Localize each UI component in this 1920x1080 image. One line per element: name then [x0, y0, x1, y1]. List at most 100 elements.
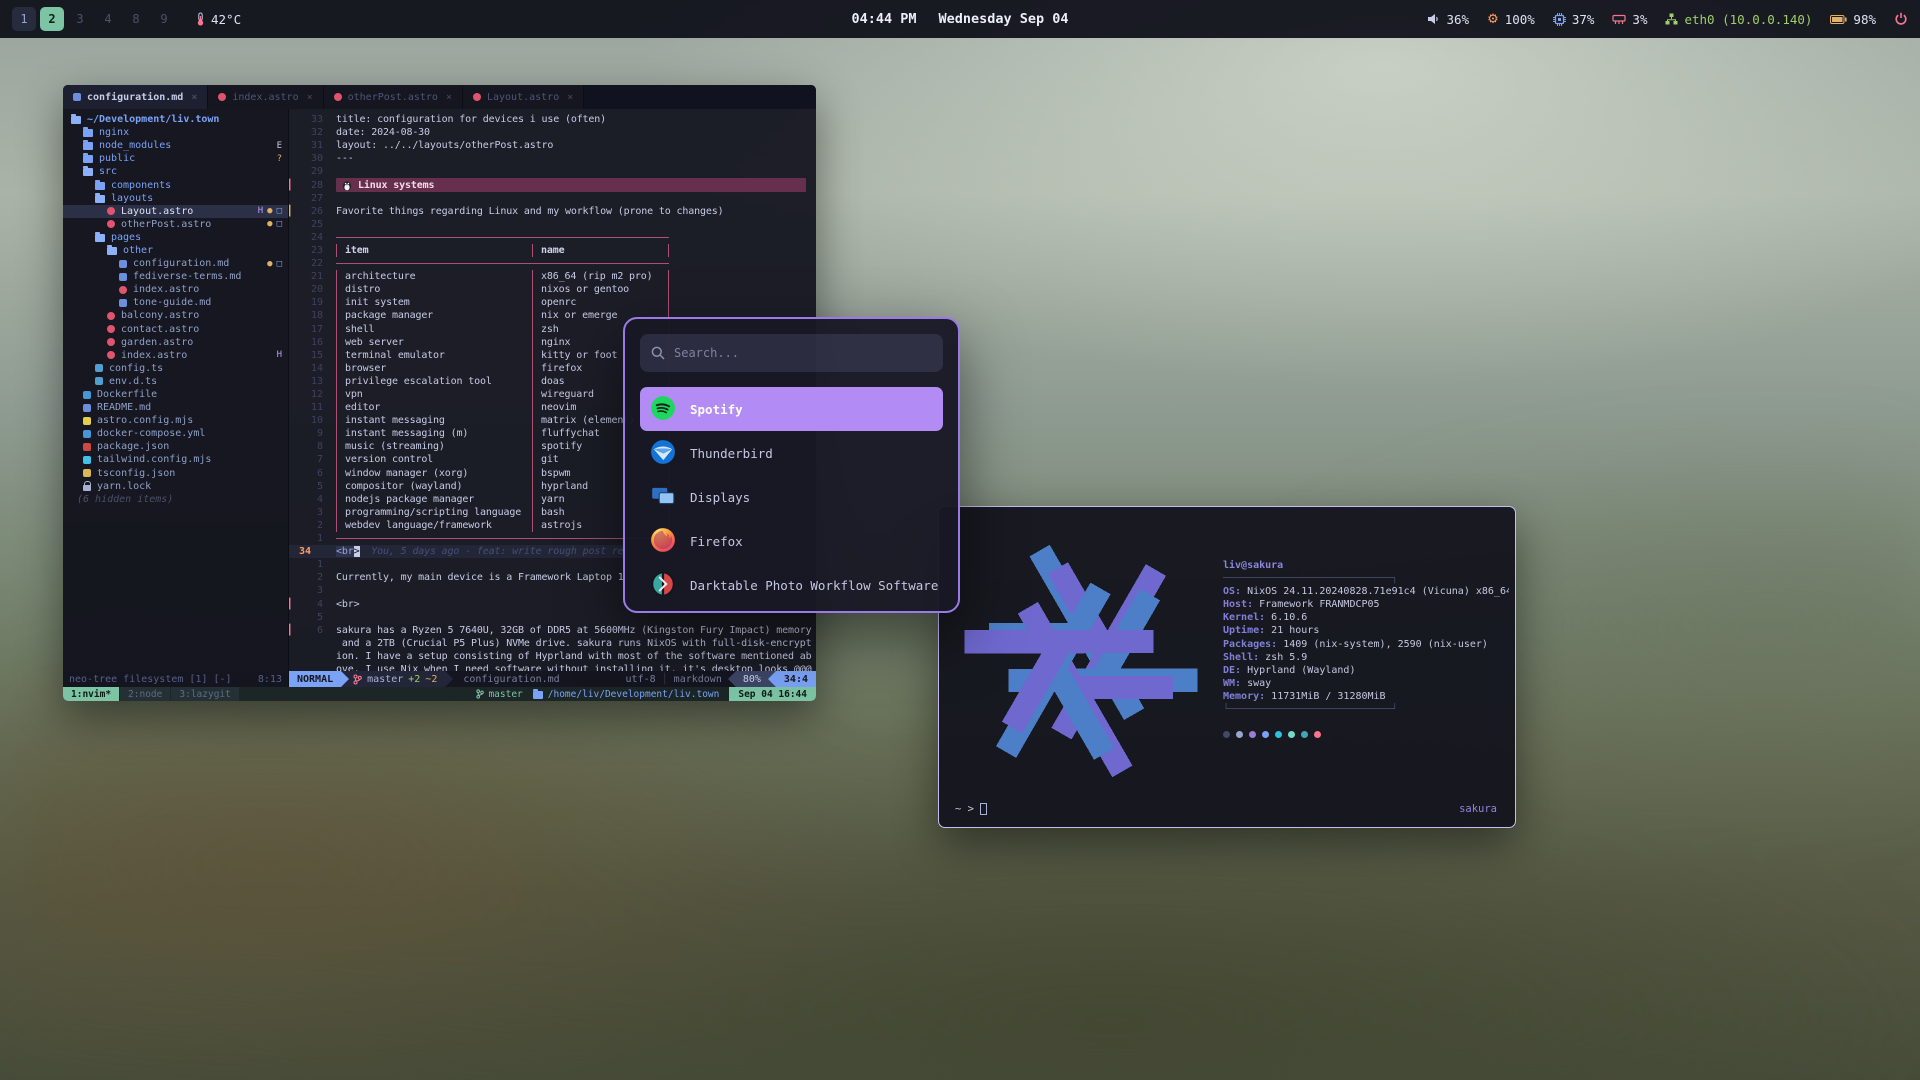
tree-item-balcony.astro[interactable]: balcony.astro	[63, 309, 288, 322]
workspace-button-2[interactable]: 2	[40, 7, 64, 31]
astro-file-icon	[334, 93, 342, 101]
tree-item-otherPost.astro[interactable]: otherPost.astro●□	[63, 218, 288, 231]
palette-dot-1	[1236, 731, 1243, 738]
workspace-button-1[interactable]: 1	[12, 7, 36, 31]
fetch-entry-colon: :	[1259, 691, 1271, 702]
tree-item-node_modules[interactable]: node_modulesE	[63, 139, 288, 152]
tab-configuration.md[interactable]: configuration.md ×	[63, 85, 208, 109]
launcher-item-Firefox[interactable]: Firefox	[640, 519, 943, 563]
workspace-button-8[interactable]: 8	[124, 7, 148, 31]
fetch-entry-Packages: Packages: 1409 (nix-system), 2590 (nix-u…	[1223, 638, 1509, 651]
ts-icon	[95, 377, 103, 385]
tree-item-Layout.astro[interactable]: Layout.astroH●□	[63, 205, 288, 218]
git-status-badge: ●□	[267, 259, 282, 269]
launcher-item-Displays[interactable]: Displays	[640, 475, 943, 519]
search-input[interactable]	[640, 334, 943, 372]
fetch-entries: OS: NixOS 24.11.20240828.71e91c4 (Vicuna…	[1223, 585, 1509, 703]
tmux-path-value: /home/liv/Development/liv.town	[548, 689, 720, 700]
shell-prompt[interactable]: ~ >	[955, 803, 987, 815]
app-launcher: SpotifyThunderbirdDisplays Firefox Darktab…	[623, 317, 960, 613]
memory-value: 3%	[1632, 12, 1647, 27]
tab-close-icon[interactable]: ×	[191, 92, 197, 103]
tree-item-public[interactable]: public?	[63, 152, 288, 165]
tree-item-README.md[interactable]: README.md	[63, 401, 288, 414]
tree-item-yarn.lock[interactable]: yarn.lock	[63, 480, 288, 493]
launcher-item-Spotify[interactable]: Spotify	[640, 387, 943, 431]
tab-index.astro[interactable]: index.astro×	[208, 85, 323, 109]
git-branch-icon	[476, 689, 484, 699]
line-number: 5	[297, 481, 323, 492]
md-icon	[83, 404, 91, 412]
tree-item-label: index.astro	[133, 284, 199, 295]
tree-item-src[interactable]: src	[63, 165, 288, 178]
launcher-item-Thunderbird[interactable]: Thunderbird	[640, 431, 943, 475]
workspace-button-3[interactable]: 3	[68, 7, 92, 31]
badge-glyph: E	[277, 141, 282, 151]
table-border	[336, 538, 669, 539]
md-icon	[119, 299, 127, 307]
tree-item-tailwind.config.mjs[interactable]: tailwind.config.mjs	[63, 453, 288, 466]
tab-label: Layout.astro	[487, 92, 559, 103]
tab-Layout.astro[interactable]: Layout.astro ×	[463, 85, 584, 109]
tree-item-env.d.ts[interactable]: env.d.ts	[63, 375, 288, 388]
tab-close-icon[interactable]: ×	[307, 92, 313, 103]
tmux-window-2:node[interactable]: 2:node	[120, 687, 170, 701]
table-cell-item: item	[336, 244, 532, 257]
table-cell-item: package manager	[336, 309, 532, 322]
tree-item-label: configuration.md	[133, 258, 229, 269]
line-number: 34	[297, 546, 323, 557]
fetch-entry-label: Host	[1223, 599, 1247, 610]
tree-item-label: contact.astro	[121, 324, 199, 335]
fetch-entry-WM: WM: sway	[1223, 677, 1509, 690]
launcher-item-label: Firefox	[690, 534, 743, 549]
tree-item-layouts[interactable]: layouts	[63, 192, 288, 205]
tree-item-components[interactable]: components	[63, 178, 288, 191]
tree-item-tone-guide.md[interactable]: tone-guide.md	[63, 296, 288, 309]
line-number: 4	[297, 494, 323, 505]
tree-item-pages[interactable]: pages	[63, 231, 288, 244]
power-button[interactable]	[1894, 12, 1908, 26]
tree-item-index.astro[interactable]: index.astroH	[63, 349, 288, 362]
tree-item-label: nginx	[99, 127, 129, 138]
launcher-item-Darktable Photo Workflow Software[interactable]: Darktable Photo Workflow Software	[640, 563, 943, 607]
tab-close-icon[interactable]: ×	[446, 92, 452, 103]
launcher-item-label: Darktable Photo Workflow Software	[690, 578, 938, 593]
tree-item-fediverse-terms.md[interactable]: fediverse-terms.md	[63, 270, 288, 283]
table-row: shellzsh	[336, 323, 669, 336]
fetch-terminal-window[interactable]: liv@sakura ────────────────────────────┐…	[938, 506, 1516, 828]
tree-item-index.astro[interactable]: index.astro	[63, 283, 288, 296]
badge-glyph: H	[258, 206, 263, 216]
tree-item-contact.astro[interactable]: contact.astro	[63, 323, 288, 336]
tab-label: configuration.md	[87, 92, 183, 103]
tree-item-nginx[interactable]: nginx	[63, 126, 288, 139]
tree-item-Dockerfile[interactable]: Dockerfile	[63, 388, 288, 401]
workspace-button-4[interactable]: 4	[96, 7, 120, 31]
tree-root[interactable]: ~/Development/liv.town	[63, 113, 288, 126]
tmux-window-3:lazygit[interactable]: 3:lazygit	[171, 687, 238, 701]
git-status-badge: H	[277, 350, 282, 360]
git-status-badge: E	[277, 141, 282, 151]
table-row: compositor (wayland)hyprland	[336, 480, 669, 493]
folder-icon	[83, 129, 93, 137]
tree-item-tsconfig.json[interactable]: tsconfig.json	[63, 467, 288, 480]
tree-item-other[interactable]: other	[63, 244, 288, 257]
tree-item-docker-compose.yml[interactable]: docker-compose.yml	[63, 427, 288, 440]
tree-item-garden.astro[interactable]: garden.astro	[63, 336, 288, 349]
tab-close-icon[interactable]: ×	[567, 92, 573, 103]
battery-value: 98%	[1853, 12, 1876, 27]
tree-item-config.ts[interactable]: config.ts	[63, 362, 288, 375]
darktable-icon	[650, 571, 676, 600]
file-tree[interactable]: ~/Development/liv.townnginxnode_modulesE…	[63, 109, 289, 671]
tree-item-astro.config.mjs[interactable]: astro.config.mjs	[63, 414, 288, 427]
tmux-git-segment: master	[476, 687, 522, 701]
filetype-label: markdown	[668, 671, 728, 687]
tree-item-package.json[interactable]: package.json	[63, 440, 288, 453]
line-number: 24	[297, 232, 323, 243]
tmux-window-1:nvim*[interactable]: 1:nvim*	[63, 687, 119, 701]
badge-glyph: ?	[277, 154, 282, 164]
git-blame-annotation: You, 5 days ago - feat: write rough post…	[360, 546, 624, 557]
workspace-button-9[interactable]: 9	[152, 7, 176, 31]
tab-otherPost.astro[interactable]: otherPost.astro×	[324, 85, 463, 109]
tree-item-configuration.md[interactable]: configuration.md ●□	[63, 257, 288, 270]
buffer-line: 24	[289, 231, 816, 244]
